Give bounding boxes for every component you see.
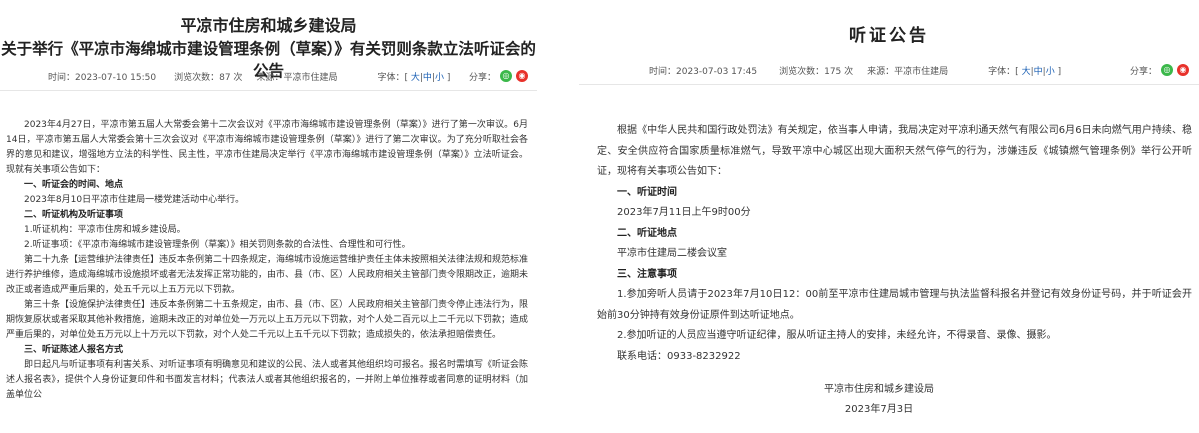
article-29: 第二十九条【运营维护法律责任】违反本条例第二十四条规定，海绵城市设施运营维护责任… xyxy=(6,255,529,295)
font-size-label-2: 字体：[ xyxy=(988,66,1019,77)
font-size-small[interactable]: 小 xyxy=(435,73,444,83)
section-heading-1: 一、听证会的时间、地点 xyxy=(24,180,124,190)
org-name: 平凉市住房和城乡建设局 xyxy=(180,16,357,35)
signature-org: 平凉市住房和城乡建设局 xyxy=(824,384,934,395)
page-title-2: 听证公告 xyxy=(849,26,929,46)
font-size-small-2[interactable]: 小 xyxy=(1046,67,1055,77)
signature-block: 平凉市住房和城乡建设局 2023年7月3日 xyxy=(779,380,979,420)
share-group: 分享： ◎ ◉ xyxy=(469,70,528,83)
section-heading-2: 二、听证机构及听证事项 xyxy=(24,210,124,220)
font-size-medium[interactable]: 中 xyxy=(423,73,432,83)
right-notice-panel: 听证公告 时间：2023-07-03 17:45 浏览次数：175 次 来源：平… xyxy=(579,0,1199,433)
hearing-agency: 1.听证机构：平凉市住房和城乡建设局。 xyxy=(24,225,186,235)
font-size-bracket-2: ] xyxy=(1057,66,1062,77)
hearing-time-place: 2023年8月10日平凉市住建局一楼党建活动中心举行。 xyxy=(24,195,245,205)
font-size-large-2[interactable]: 大 xyxy=(1022,67,1031,77)
intro-paragraph-2: 根据《中华人民共和国行政处罚法》有关规定，依当事人申请，我局决定对平凉利通天然气… xyxy=(597,125,1192,177)
divider-2 xyxy=(579,84,1199,85)
section-heading-place: 二、听证地点 xyxy=(617,227,677,239)
publish-time-2: 时间：2023-07-03 17:45 xyxy=(649,66,758,77)
publish-time: 时间：2023-07-10 15:50 xyxy=(48,72,157,83)
meta-bar-2: 时间：2023-07-03 17:45 浏览次数：175 次 来源：平凉市住建局… xyxy=(649,63,1189,77)
weibo-icon[interactable]: ◉ xyxy=(516,70,528,82)
article-30: 第三十条【设施保护法律责任】违反本条例第二十五条规定，由市、县（市、区）人民政府… xyxy=(6,300,529,340)
share-label: 分享： xyxy=(468,72,496,83)
font-size-bracket: ] xyxy=(446,72,451,83)
section-heading-notes: 三、注意事项 xyxy=(617,268,677,280)
hearing-time: 2023年7月11日上午9时00分 xyxy=(617,207,751,218)
note-2: 2.参加听证的人员应当遵守听证纪律，服从听证主持人的安排，未经允许，不得录音、录… xyxy=(617,330,1057,341)
article-body: 2023年4月27日，平凉市第五届人大常委会第十二次会议对《平凉市海绵城市建设管… xyxy=(6,118,528,403)
signature-date: 2023年7月3日 xyxy=(844,404,914,415)
font-size-large[interactable]: 大 xyxy=(411,73,420,83)
article-body-2: 根据《中华人民共和国行政处罚法》有关规定，依当事人申请，我局决定对平凉利通天然气… xyxy=(597,121,1192,367)
hearing-place: 平凉市住建局二楼会议室 xyxy=(617,248,727,259)
intro-paragraph: 2023年4月27日，平凉市第五届人大常委会第十二次会议对《平凉市海绵城市建设管… xyxy=(6,120,528,175)
left-notice-panel: 平凉市住房和城乡建设局 关于举行《平凉市海绵城市建设管理条例（草案）》有关罚则条… xyxy=(0,0,537,433)
section-heading-time: 一、听证时间 xyxy=(617,186,677,198)
divider xyxy=(0,90,537,91)
contact-phone: 联系电话：0933-8232922 xyxy=(617,350,741,362)
font-size-switcher-2: 字体：[ 大|中|小 ] xyxy=(988,66,1062,77)
share-label-2: 分享： xyxy=(1129,66,1157,77)
source-2: 来源：平凉市住建局 xyxy=(867,66,949,77)
weibo-icon[interactable]: ◉ xyxy=(1177,64,1189,76)
note-1: 1.参加旁听人员请于2023年7月10日12：00前至平凉市住建局城市管理与执法… xyxy=(597,289,1192,321)
font-size-switcher: 字体：[ 大|中|小 ] xyxy=(377,72,451,83)
view-count-2: 浏览次数：175 次 xyxy=(779,66,854,77)
source: 来源：平凉市住建局 xyxy=(256,72,338,83)
section-heading-3: 三、听证陈述人报名方式 xyxy=(24,345,124,355)
hearing-matter: 2.听证事项：《平凉市海绵城市建设管理条例（草案）》相关罚则条款的合法性、合理性… xyxy=(24,240,411,250)
meta-bar: 时间：2023-07-10 15:50 浏览次数：87 次 来源：平凉市住建局 … xyxy=(48,69,528,83)
registration-paragraph: 即日起凡与听证事项有利害关系、对听证事项有明确意见和建议的公民、法人或者其他组织… xyxy=(6,360,529,400)
wechat-icon[interactable]: ◎ xyxy=(500,70,512,82)
wechat-icon[interactable]: ◎ xyxy=(1161,64,1173,76)
view-count: 浏览次数：87 次 xyxy=(174,72,243,83)
font-size-medium-2[interactable]: 中 xyxy=(1034,67,1043,77)
share-group-2: 分享： ◎ ◉ xyxy=(1130,64,1189,77)
font-size-label: 字体：[ xyxy=(377,72,408,83)
